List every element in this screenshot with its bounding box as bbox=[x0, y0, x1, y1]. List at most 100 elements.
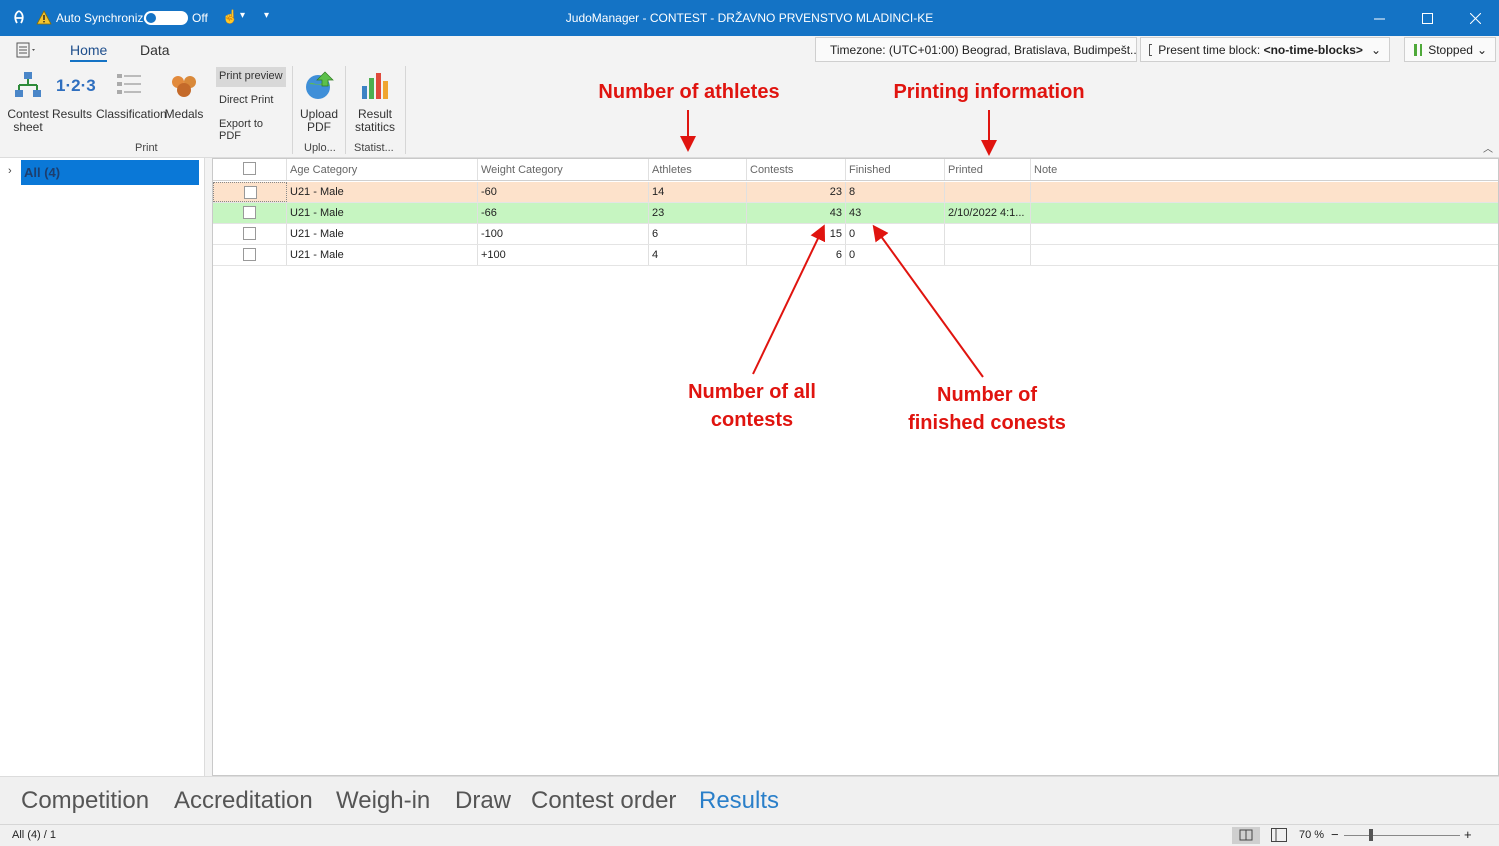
pause-icon bbox=[1414, 43, 1423, 56]
cell-weight: -60 bbox=[478, 182, 649, 202]
time-block-value: <no-time-blocks> bbox=[1263, 42, 1363, 57]
tree-item-all[interactable]: All (4) bbox=[21, 160, 199, 185]
cell-age: U21 - Male bbox=[287, 245, 478, 265]
annotation-athletes: Number of athletes bbox=[598, 81, 780, 103]
table-row[interactable]: U21 - Male +100 4 6 0 bbox=[213, 245, 1498, 266]
chevron-down-icon: ⌄ bbox=[1370, 42, 1381, 57]
ribbon-separator bbox=[405, 66, 406, 154]
column-finished[interactable]: Finished bbox=[846, 159, 945, 180]
ribbon-separator bbox=[345, 66, 346, 154]
select-all-checkbox[interactable] bbox=[243, 162, 256, 175]
results-button[interactable]: 1·2·3 Results bbox=[52, 70, 96, 121]
tab-home[interactable]: Home bbox=[70, 42, 108, 62]
stats-group-caption: Statist... bbox=[354, 142, 394, 154]
table-row[interactable]: U21 - Male -100 6 15 0 bbox=[213, 224, 1498, 245]
cell-note bbox=[1031, 245, 1498, 265]
medals-button[interactable]: Medals bbox=[164, 70, 204, 121]
table-row[interactable]: U21 - Male -66 23 43 43 2/10/2022 4:1... bbox=[213, 203, 1498, 224]
upload-pdf-label: Upload PDF bbox=[299, 107, 339, 134]
zoom-slider[interactable] bbox=[1344, 835, 1460, 836]
status-record-count: All (4) / 1 bbox=[12, 829, 57, 841]
nav-accreditation[interactable]: Accreditation bbox=[174, 787, 313, 815]
select-all-cell[interactable] bbox=[213, 159, 287, 180]
annotation-finished: Number of finished conests bbox=[892, 381, 1082, 437]
cell-athletes: 4 bbox=[649, 245, 747, 265]
cell-contests: 23 bbox=[747, 182, 846, 202]
nav-contest-order[interactable]: Contest order bbox=[531, 787, 676, 815]
ribbon-separator bbox=[292, 66, 293, 154]
cell-printed bbox=[945, 245, 1031, 265]
table-row[interactable]: U21 - Male -60 14 23 8 bbox=[213, 182, 1498, 203]
contest-sheet-label: Contest sheet bbox=[7, 107, 49, 134]
row-checkbox[interactable] bbox=[244, 186, 257, 199]
column-note[interactable]: Note bbox=[1031, 159, 1498, 180]
cell-weight: +100 bbox=[478, 245, 649, 265]
annotation-all-contests-line2: contests bbox=[710, 409, 794, 431]
print-preview-button[interactable]: Print preview bbox=[216, 67, 286, 87]
column-age-category[interactable]: Age Category bbox=[287, 159, 478, 180]
upload-globe-icon bbox=[306, 71, 334, 99]
app-menu-icon[interactable] bbox=[16, 42, 38, 58]
classification-button[interactable]: Classification bbox=[96, 70, 167, 121]
tab-data[interactable]: Data bbox=[140, 42, 170, 58]
annotation-all-contests-line1: Number of all bbox=[688, 381, 816, 403]
nav-draw[interactable]: Draw bbox=[455, 787, 511, 815]
row-checkbox[interactable] bbox=[243, 206, 256, 219]
row-checkbox[interactable] bbox=[243, 248, 256, 261]
result-statistics-button[interactable]: Result statitics bbox=[350, 70, 400, 134]
direct-print-button[interactable]: Direct Print bbox=[216, 91, 286, 111]
status-text: Stopped bbox=[1428, 42, 1473, 57]
zoom-slider-thumb[interactable] bbox=[1369, 829, 1373, 841]
minimize-button[interactable] bbox=[1356, 0, 1402, 36]
expand-arrow-icon[interactable]: › bbox=[8, 165, 12, 177]
time-block-label: Present time block: bbox=[1158, 42, 1261, 57]
cell-athletes: 14 bbox=[649, 182, 747, 202]
maximize-icon bbox=[1421, 12, 1433, 24]
export-pdf-button[interactable]: Export to PDF bbox=[216, 115, 286, 142]
normal-view-icon[interactable] bbox=[1232, 827, 1260, 844]
cell-printed: 2/10/2022 4:1... bbox=[945, 203, 1031, 223]
grid-header: Age Category Weight Category Athletes Co… bbox=[213, 159, 1498, 181]
cell-note bbox=[1031, 224, 1498, 244]
cell-finished: 43 bbox=[846, 203, 945, 223]
nav-results[interactable]: Results bbox=[699, 787, 779, 815]
cell-contests: 6 bbox=[747, 245, 846, 265]
contest-sheet-button[interactable]: Contest sheet bbox=[6, 70, 50, 134]
zoom-out-icon[interactable]: − bbox=[1331, 827, 1339, 842]
panel-splitter[interactable] bbox=[205, 158, 212, 776]
column-weight-category[interactable]: Weight Category bbox=[478, 159, 649, 180]
column-contests[interactable]: Contests bbox=[747, 159, 846, 180]
cell-weight: -66 bbox=[478, 203, 649, 223]
classification-label: Classification bbox=[96, 107, 167, 121]
zoom-level: 70 % bbox=[1299, 829, 1325, 841]
upload-group-caption: Uplo... bbox=[304, 142, 336, 154]
annotation-printing: Printing information bbox=[893, 81, 1085, 103]
cell-age: U21 - Male bbox=[287, 203, 478, 223]
contest-sheet-icon bbox=[15, 72, 41, 97]
column-athletes[interactable]: Athletes bbox=[649, 159, 747, 180]
timezone-text: Timezone: (UTC+01:00) Beograd, Bratislav… bbox=[830, 42, 1137, 57]
medals-icon bbox=[172, 76, 196, 97]
time-block-selector[interactable]: Present time block: <no-time-blocks> ⌄ bbox=[1140, 37, 1390, 62]
close-button[interactable] bbox=[1452, 0, 1498, 36]
column-printed[interactable]: Printed bbox=[945, 159, 1031, 180]
timezone-selector[interactable]: Timezone: (UTC+01:00) Beograd, Bratislav… bbox=[815, 37, 1137, 62]
cell-note bbox=[1031, 182, 1498, 202]
cell-weight: -100 bbox=[478, 224, 649, 244]
cell-finished: 0 bbox=[846, 245, 945, 265]
zoom-in-icon[interactable]: + bbox=[1464, 827, 1472, 842]
upload-pdf-button[interactable]: Upload PDF bbox=[298, 70, 340, 134]
reading-view-icon[interactable] bbox=[1271, 828, 1287, 842]
annotation-finished-line2: finished conests bbox=[908, 412, 1066, 434]
row-checkbox[interactable] bbox=[243, 227, 256, 240]
cell-contests: 43 bbox=[747, 203, 846, 223]
nav-competition[interactable]: Competition bbox=[21, 787, 149, 815]
cell-contests: 15 bbox=[747, 224, 846, 244]
status-selector[interactable]: Stopped ⌄ bbox=[1404, 37, 1496, 62]
maximize-button[interactable] bbox=[1404, 0, 1450, 36]
chevron-down-icon: ⌄ bbox=[1476, 42, 1487, 57]
nav-weigh-in[interactable]: Weigh-in bbox=[336, 787, 430, 815]
status-bar: All (4) / 1 70 % − + bbox=[0, 824, 1499, 846]
collapse-ribbon-icon[interactable]: ︿ bbox=[1483, 140, 1493, 155]
title-bar: Auto Synchronize Off ☝ ▾ ▾ JudoManager -… bbox=[0, 0, 1499, 36]
